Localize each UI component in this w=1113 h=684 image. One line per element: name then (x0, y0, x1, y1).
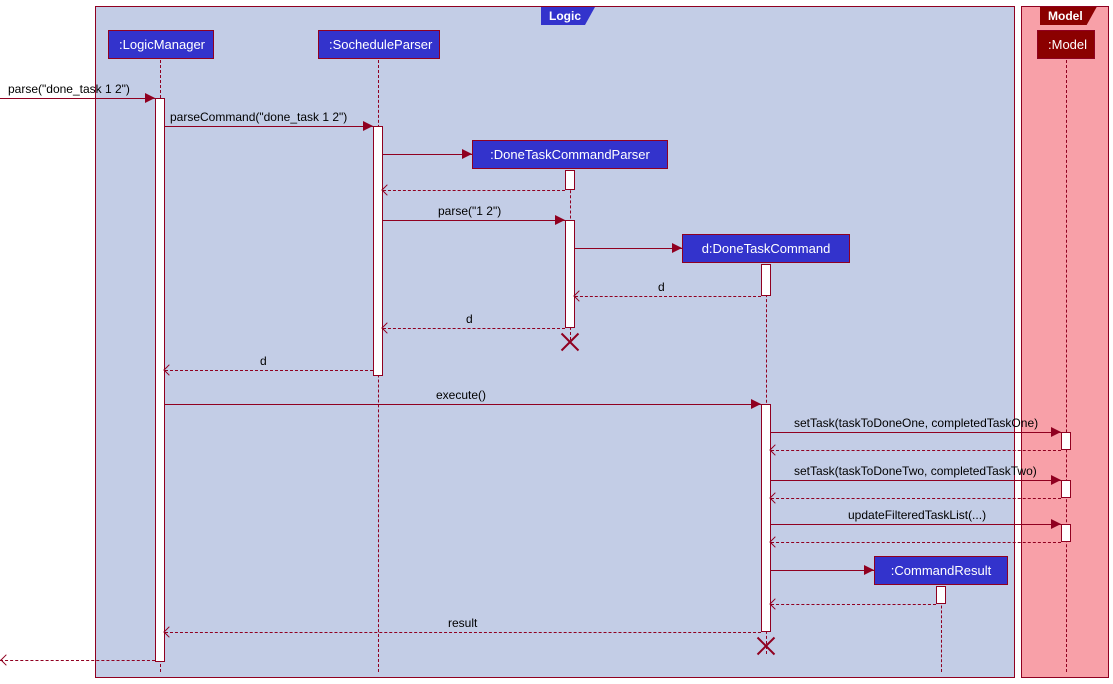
msg-execute (165, 404, 761, 405)
msg-parse-12 (383, 220, 565, 221)
activation-command-result (936, 586, 946, 604)
participant-done-task-command-parser: :DoneTaskCommandParser (472, 140, 668, 169)
activation-done-task-command-parser-1 (565, 170, 575, 190)
arrow-icon (751, 399, 761, 409)
activation-done-task-command-2 (761, 404, 771, 632)
arrow-icon (555, 215, 565, 225)
arrow-icon (1051, 427, 1061, 437)
participant-model: :Model (1037, 30, 1095, 59)
msg-return-d1 (575, 296, 761, 297)
msg-return-settask-2 (771, 498, 1061, 499)
arrow-icon (864, 565, 874, 575)
msg-label-update-list: updateFilteredTaskList(...) (848, 508, 986, 522)
arrow-icon (1051, 519, 1061, 529)
activation-model-2 (1061, 480, 1071, 498)
destroy-icon (560, 332, 580, 352)
msg-parse-in (0, 98, 155, 99)
arrow-icon (462, 149, 472, 159)
activation-logic-manager (155, 98, 165, 662)
msg-result (165, 632, 761, 633)
activation-model-1 (1061, 432, 1071, 450)
msg-return-settask-1 (771, 450, 1061, 451)
arrow-icon (672, 243, 682, 253)
msg-label-d3: d (260, 354, 267, 368)
arrow-icon (145, 93, 155, 103)
destroy-icon (756, 636, 776, 656)
participant-sochedule-parser: :SocheduleParser (318, 30, 440, 59)
msg-label-parse-12: parse("1 2") (438, 204, 501, 218)
msg-return-cr (771, 604, 936, 605)
msg-settask-2 (771, 480, 1061, 481)
participant-done-task-command: d:DoneTaskCommand (682, 234, 850, 263)
msg-label-execute: execute() (436, 388, 486, 402)
participant-logic-manager: :LogicManager (108, 30, 214, 59)
msg-return-d3 (165, 370, 373, 371)
msg-return-update-list (771, 542, 1061, 543)
msg-settask-1 (771, 432, 1061, 433)
activation-done-task-command-parser-2 (565, 220, 575, 328)
activation-model-3 (1061, 524, 1071, 542)
arrow-icon (0, 654, 11, 665)
msg-create-dtc (575, 248, 682, 249)
msg-label-d2: d (466, 312, 473, 326)
msg-label-parse-in: parse("done_task 1 2") (8, 82, 130, 96)
arrow-icon (363, 121, 373, 131)
msg-return-dtcp-create (383, 190, 565, 191)
participant-command-result: :CommandResult (874, 556, 1008, 585)
msg-update-list (771, 524, 1061, 525)
model-frame: Model (1021, 6, 1109, 678)
msg-label-parse-command: parseCommand("done_task 1 2") (170, 110, 347, 124)
activation-sochedule-parser (373, 126, 383, 376)
arrow-icon (1051, 475, 1061, 485)
model-frame-label: Model (1040, 7, 1097, 25)
msg-label-settask-2: setTask(taskToDoneTwo, completedTaskTwo) (794, 464, 1037, 478)
msg-label-settask-1: setTask(taskToDoneOne, completedTaskOne) (794, 416, 1038, 430)
msg-create-dtcp (383, 154, 472, 155)
msg-return-out (0, 660, 155, 661)
msg-create-cr (771, 570, 874, 571)
logic-frame-label: Logic (541, 7, 595, 25)
activation-done-task-command-1 (761, 264, 771, 296)
msg-return-d2 (383, 328, 565, 329)
lifeline-model (1066, 60, 1067, 672)
msg-parse-command (165, 126, 373, 127)
msg-label-result: result (448, 616, 477, 630)
msg-label-d1: d (658, 280, 665, 294)
